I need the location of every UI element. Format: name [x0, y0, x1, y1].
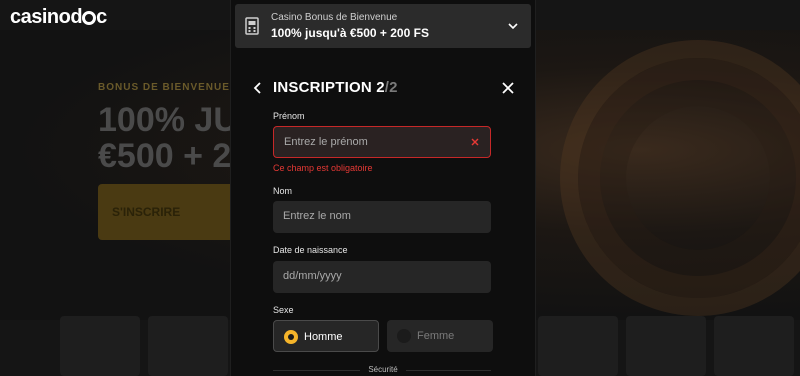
page-title: INSCRIPTION 2/2: [273, 79, 398, 96]
close-icon[interactable]: [501, 81, 515, 95]
last-name-field[interactable]: Entrez le nom: [273, 201, 491, 233]
gender-label: Sexe: [273, 305, 294, 315]
bonus-subtitle: Casino Bonus de Bienvenue: [271, 12, 398, 23]
first-name-error: Ce champ est obligatoire: [273, 163, 373, 173]
category-tile[interactable]: [626, 316, 706, 376]
bonus-title: 100% jusqu'à €500 + 200 FS: [271, 26, 429, 40]
category-tile[interactable]: [714, 316, 794, 376]
first-name-field[interactable]: Entrez le prénom: [273, 126, 491, 158]
clear-error-icon[interactable]: [470, 137, 480, 147]
category-tiles-right: [538, 316, 794, 376]
bonus-icon: [245, 17, 259, 35]
category-tile[interactable]: [538, 316, 618, 376]
gender-option-label: Femme: [417, 330, 455, 342]
bonus-banner[interactable]: Casino Bonus de Bienvenue 100% jusqu'à €…: [235, 4, 531, 48]
radio-selected-icon: [284, 330, 298, 344]
first-name-label: Prénom: [273, 111, 305, 121]
category-tiles-left: [60, 316, 228, 376]
category-tile[interactable]: [148, 316, 228, 376]
birth-date-label: Date de naissance: [273, 245, 348, 255]
gender-option-label: Homme: [304, 331, 343, 343]
registration-modal: Casino Bonus de Bienvenue 100% jusqu'à €…: [230, 0, 536, 376]
birth-date-field[interactable]: dd/mm/yyyy: [273, 261, 491, 293]
radio-unselected-icon: [397, 329, 411, 343]
back-arrow-icon[interactable]: [251, 80, 265, 96]
hero-signup-button[interactable]: S'INSCRIRE: [98, 184, 238, 240]
birth-date-placeholder: dd/mm/yyyy: [283, 270, 342, 282]
gender-option-male[interactable]: Homme: [273, 320, 379, 352]
site-logo[interactable]: casinod c: [10, 6, 107, 29]
security-section-label: Sécurité: [231, 365, 535, 374]
step-total: /2: [384, 79, 398, 96]
category-tile[interactable]: [60, 316, 140, 376]
gender-option-female[interactable]: Femme: [387, 320, 493, 352]
last-name-label: Nom: [273, 186, 293, 196]
first-name-placeholder: Entrez le prénom: [284, 136, 368, 148]
chevron-down-icon[interactable]: [507, 20, 519, 32]
last-name-placeholder: Entrez le nom: [283, 210, 351, 222]
hero-kicker: BONUS DE BIENVENUE: [98, 82, 230, 93]
